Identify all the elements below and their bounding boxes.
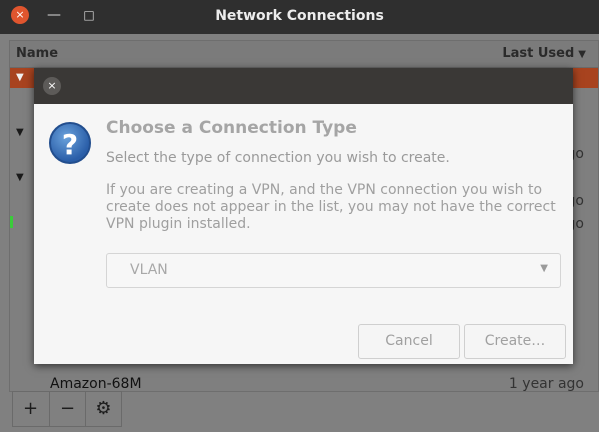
column-header-last-used[interactable]: Last Used ▼ xyxy=(502,46,586,61)
question-icon: ? xyxy=(49,122,91,164)
chevron-down-icon: ▼ xyxy=(540,263,548,274)
cancel-button[interactable]: Cancel xyxy=(358,324,460,359)
column-header-name[interactable]: Name xyxy=(16,46,58,61)
connection-type-value: VLAN xyxy=(130,262,168,278)
sort-down-icon: ▼ xyxy=(578,49,586,60)
expander-icon: ▼ xyxy=(16,72,24,83)
active-indicator xyxy=(10,216,13,228)
list-header: Name Last Used ▼ xyxy=(10,41,598,68)
add-connection-button[interactable]: + xyxy=(13,392,48,426)
list-toolbar: + − ⚙ xyxy=(12,391,122,427)
gear-icon[interactable]: ⚙ xyxy=(85,392,121,426)
remove-connection-button[interactable]: − xyxy=(49,392,85,426)
choose-connection-type-dialog: × ? Choose a Connection Type Select the … xyxy=(34,68,573,364)
dialog-heading: Choose a Connection Type xyxy=(106,118,357,138)
expander-icon[interactable]: ▼ xyxy=(16,172,24,183)
column-header-last-used-label: Last Used xyxy=(502,46,575,61)
connection-last-used: 1 year ago xyxy=(508,376,584,392)
window-titlebar: × — □ Network Connections xyxy=(0,0,599,34)
dialog-subtitle: Select the type of connection you wish t… xyxy=(106,150,450,166)
dialog-titlebar: × xyxy=(34,68,573,104)
connection-name[interactable]: Amazon-68M xyxy=(50,376,142,392)
dialog-info-text: If you are creating a VPN, and the VPN c… xyxy=(106,182,556,232)
dialog-close-button[interactable]: × xyxy=(43,77,61,95)
window-title: Network Connections xyxy=(215,8,384,24)
create-button[interactable]: Create… xyxy=(464,324,566,359)
connection-type-combo[interactable]: VLAN ▼ xyxy=(106,253,561,288)
expander-icon[interactable]: ▼ xyxy=(16,127,24,138)
